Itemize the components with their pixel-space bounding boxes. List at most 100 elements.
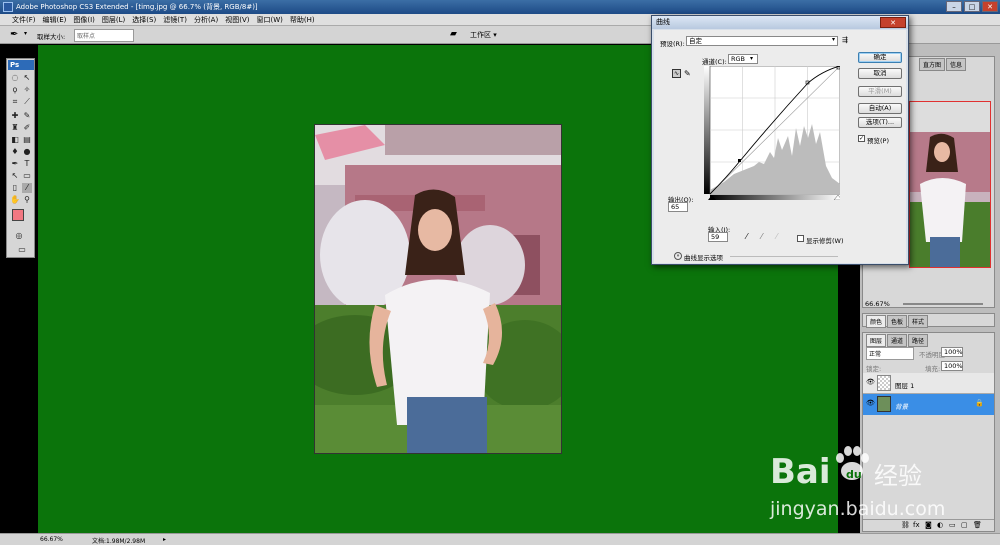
navigator-thumbnail[interactable] [909, 101, 991, 268]
workspace-button[interactable]: 工作区 ▾ [470, 30, 497, 40]
document-image[interactable] [314, 124, 562, 454]
curve-edit-icon[interactable]: ∿ [672, 69, 681, 78]
tool-preset-arrow[interactable]: ▾ [24, 30, 27, 37]
ps-logo: Ps [8, 60, 34, 70]
white-point-eyedropper-icon[interactable]: ⁄ [776, 232, 777, 241]
eyedropper-tool-icon[interactable]: ⁄ [22, 183, 32, 193]
gray-point-eyedropper-icon[interactable]: ⁄ [761, 232, 762, 241]
close-button[interactable]: ✕ [982, 1, 998, 12]
menu-select[interactable]: 选择(S) [132, 15, 156, 25]
tab-color[interactable]: 颜色 [866, 315, 887, 328]
dialog-close-button[interactable]: ✕ [880, 17, 906, 28]
eye-icon[interactable]: 👁 [866, 378, 875, 386]
tab-info[interactable]: 信息 [946, 58, 967, 71]
smooth-button[interactable]: 平滑(M) [858, 86, 902, 97]
crop-icon[interactable]: ⌗ [10, 97, 20, 107]
color-panel: 颜色 色板 样式 [862, 313, 995, 328]
layer-row[interactable]: 👁 图层 1 [863, 373, 994, 394]
type-icon[interactable]: T [22, 159, 32, 169]
gradient-icon[interactable]: ▤ [22, 135, 32, 145]
menu-analysis[interactable]: 分析(A) [194, 15, 218, 25]
slice-icon[interactable]: ⟋ [22, 97, 32, 107]
options-button[interactable]: 选项(T)... [858, 117, 902, 128]
tab-layers[interactable]: 图层 [866, 334, 887, 347]
layer-thumbnail [877, 396, 891, 412]
move-icon[interactable]: ↖ [22, 73, 32, 83]
show-clipping-checkbox[interactable] [797, 235, 804, 242]
layer-name[interactable]: 图层 1 [895, 380, 914, 390]
menu-view[interactable]: 视图(V) [225, 15, 249, 25]
shape-icon[interactable]: ▭ [22, 171, 32, 181]
maximize-button[interactable]: □ [964, 1, 980, 12]
baidu-jingyan-watermark: Bai du 经验 jingyan.baidu.com [770, 440, 1000, 540]
sample-size-label: 取样大小: [37, 33, 66, 41]
stamp-icon[interactable]: ♜ [10, 123, 20, 133]
brush-icon[interactable]: ✎ [22, 111, 32, 121]
bridge-icon[interactable]: ▰ [450, 29, 457, 39]
divider [730, 256, 838, 257]
quick-mask-icon[interactable]: ◎ [14, 231, 24, 241]
preview-checkbox[interactable]: ✓ [858, 135, 865, 142]
curves-graph[interactable] [704, 66, 840, 200]
blur-icon[interactable]: ♦ [10, 147, 20, 157]
healing-icon[interactable]: ✚ [10, 111, 20, 121]
auto-button[interactable]: 自动(A) [858, 103, 902, 114]
preset-dropdown[interactable]: 自定 [686, 36, 838, 46]
ok-button[interactable]: 确定 [858, 52, 902, 63]
tab-channels[interactable]: 通道 [887, 334, 908, 347]
dodge-icon[interactable]: ● [22, 147, 32, 157]
menu-edit[interactable]: 编辑(E) [43, 15, 67, 25]
opacity-field[interactable]: 100% [941, 347, 963, 357]
menu-layer[interactable]: 图层(L) [102, 15, 125, 25]
hand-icon[interactable]: ✋ [10, 195, 20, 205]
channel-dropdown-arrow-icon[interactable]: ▾ [750, 55, 753, 62]
tab-swatches[interactable]: 色板 [887, 315, 908, 328]
show-clipping-label: 显示修剪(W) [806, 237, 844, 245]
foreground-color-swatch[interactable] [12, 209, 24, 221]
preset-options-icon[interactable]: ⇶ [842, 36, 848, 44]
pencil-icon[interactable]: ✎ [684, 69, 691, 78]
input-field[interactable]: 59 [708, 232, 728, 242]
layer-name[interactable]: 背景 [895, 401, 908, 411]
zoom-readout[interactable]: 66.67% [40, 536, 63, 543]
toolbox: Ps ◌ ↖ ϙ ✧ ⌗ ⟋ ✚ ✎ ♜ ✐ ◧ ▤ ♦ ● ✒ T ↖ ▭ ▯… [6, 58, 35, 258]
tab-styles[interactable]: 样式 [908, 315, 929, 328]
lasso-icon[interactable]: ϙ [10, 85, 20, 95]
marquee-icon[interactable]: ◌ [10, 73, 20, 83]
output-field[interactable]: 65 [668, 202, 688, 212]
eyedropper-icon[interactable]: ✒ [10, 29, 18, 40]
eye-icon[interactable]: 👁 [866, 399, 875, 407]
minimize-button[interactable]: – [946, 1, 962, 12]
menu-filter[interactable]: 滤镜(T) [163, 15, 187, 25]
blend-mode-dropdown[interactable]: 正常 [866, 347, 914, 360]
menu-help[interactable]: 帮助(H) [290, 15, 315, 25]
navigator-zoom-slider[interactable] [903, 303, 983, 305]
status-arrow-icon[interactable]: ▸ [163, 536, 166, 543]
notes-icon[interactable]: ▯ [10, 183, 20, 193]
expand-options-icon[interactable]: » [674, 252, 682, 260]
magic-wand-icon[interactable]: ✧ [22, 85, 32, 95]
tab-paths[interactable]: 路径 [908, 334, 929, 347]
history-brush-icon[interactable]: ✐ [22, 123, 32, 133]
sample-size-dropdown[interactable]: 取样点 [74, 29, 134, 42]
menu-file[interactable]: 文件(F) [12, 15, 36, 25]
fill-field[interactable]: 100% [941, 361, 963, 371]
curve-display-options-label[interactable]: 曲线显示选项 [684, 252, 723, 262]
black-point-eyedropper-icon[interactable]: ⁄ [746, 232, 747, 241]
layer-row-selected[interactable]: 👁 背景 🔒 [863, 394, 994, 415]
preset-label: 预设(R): [660, 40, 685, 48]
navigator-zoom-value[interactable]: 66.67% [865, 300, 890, 308]
channel-dropdown[interactable]: RGB [728, 54, 758, 64]
navigator-thumbnail-graphic [910, 102, 990, 267]
screen-mode-icon[interactable]: ▭ [15, 245, 29, 255]
menu-image[interactable]: 图像(I) [73, 15, 95, 25]
cancel-button[interactable]: 取消 [858, 68, 902, 79]
menu-window[interactable]: 窗口(W) [256, 15, 282, 25]
pen-icon[interactable]: ✒ [10, 159, 20, 169]
tab-histogram[interactable]: 直方图 [919, 58, 946, 71]
path-select-icon[interactable]: ↖ [10, 171, 20, 181]
eraser-icon[interactable]: ◧ [10, 135, 20, 145]
doc-size-readout: 文档:1.98M/2.98M [92, 538, 146, 545]
preset-dropdown-arrow-icon[interactable]: ▾ [832, 36, 835, 43]
zoom-icon[interactable]: ⚲ [22, 195, 32, 205]
